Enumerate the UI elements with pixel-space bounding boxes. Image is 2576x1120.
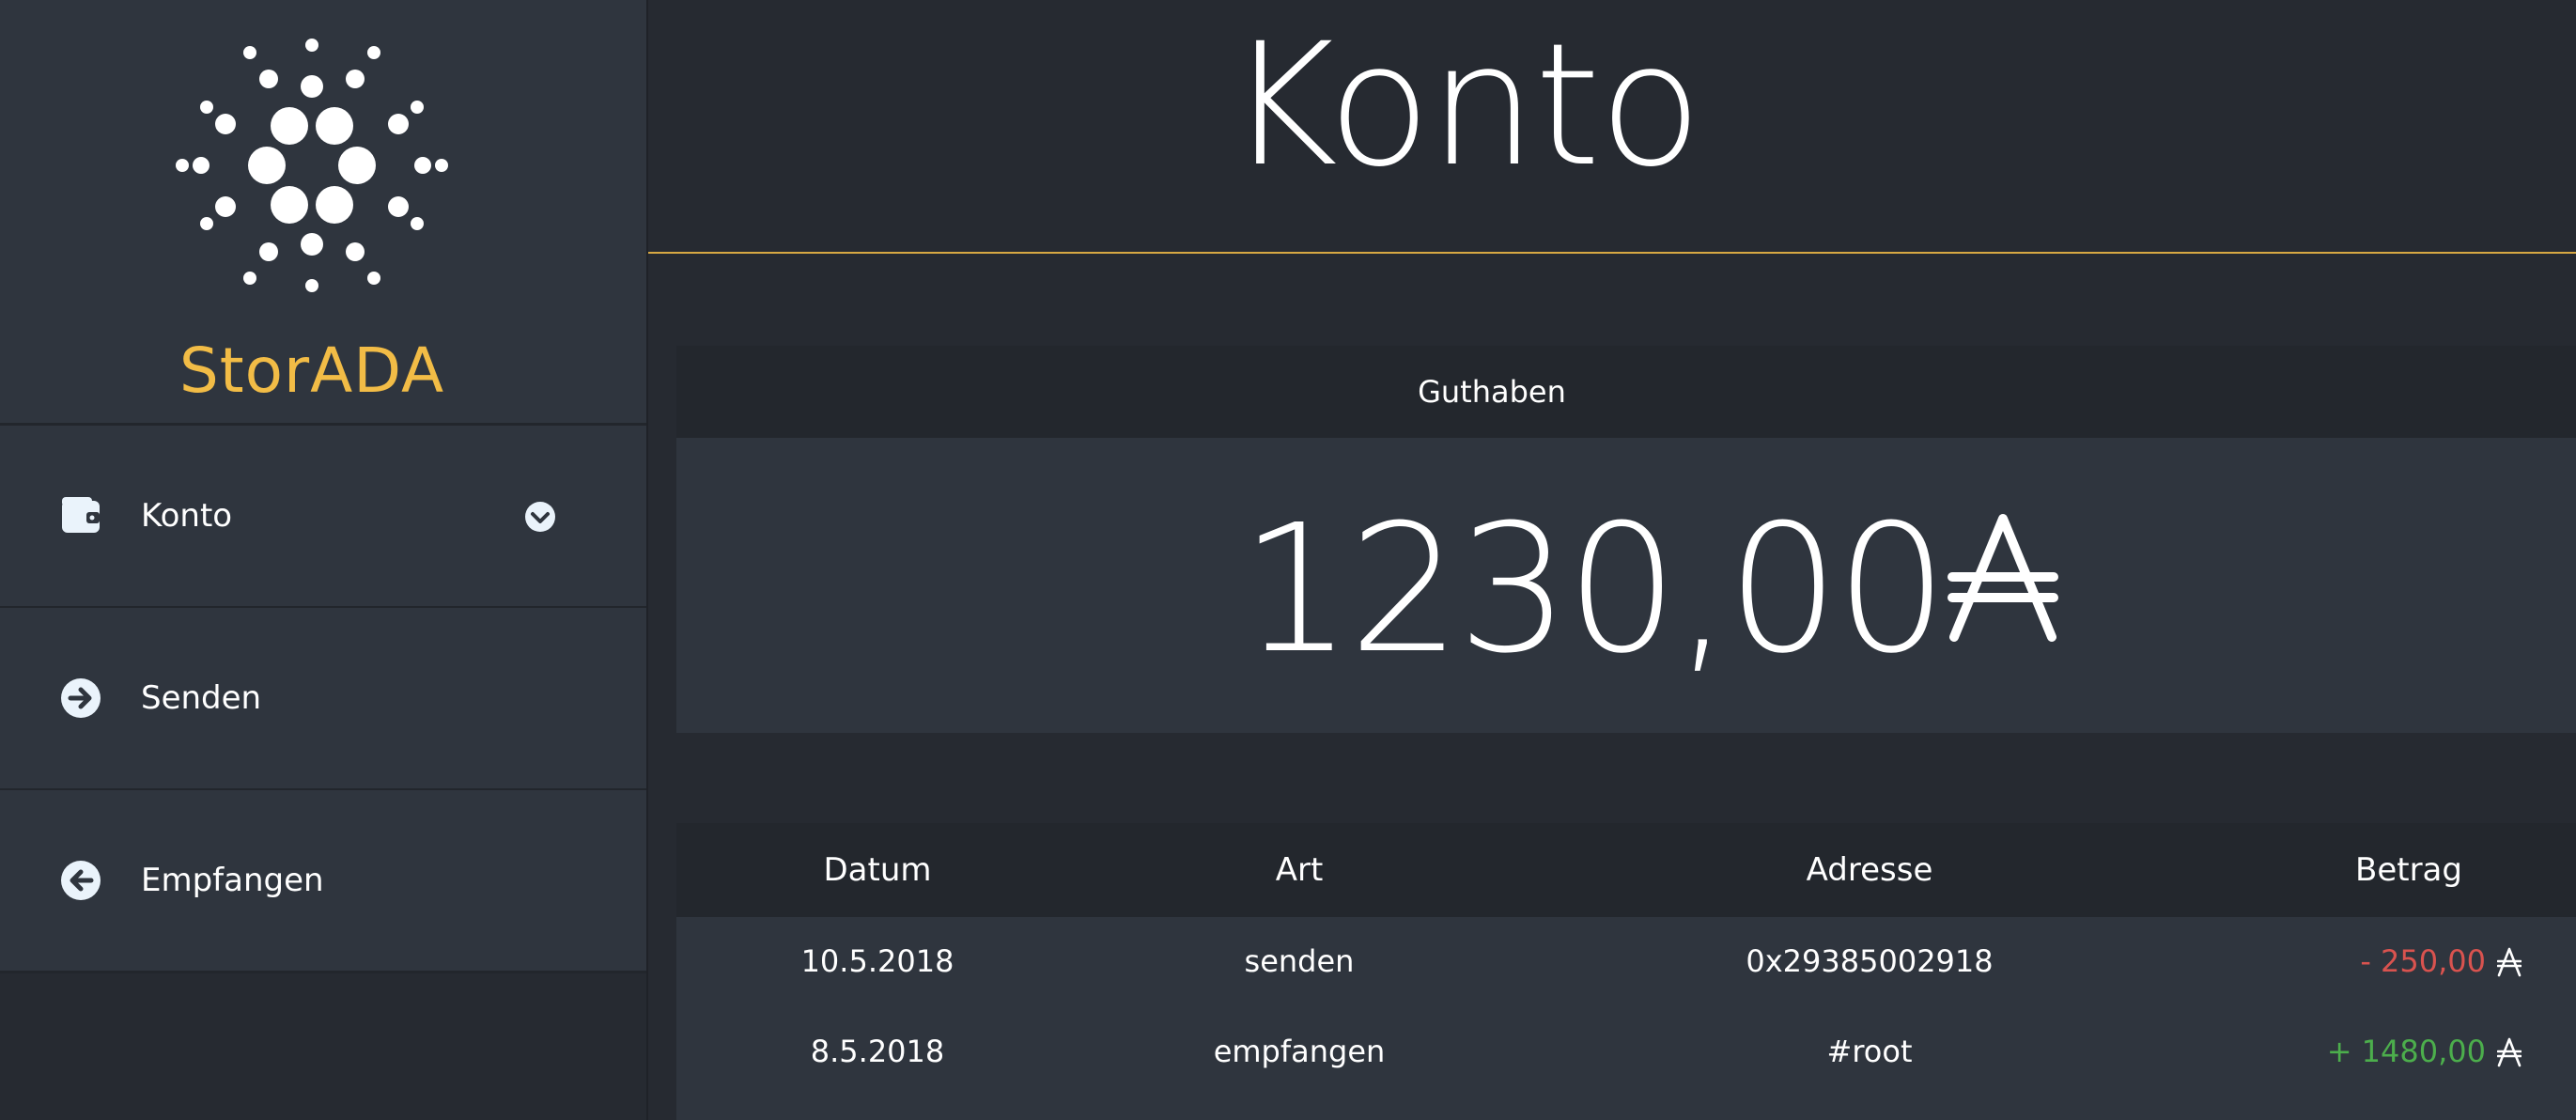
sidebar-item-label: Konto bbox=[141, 497, 233, 535]
brand-block: StorADA bbox=[0, 0, 646, 426]
balance-value: 1230,00 bbox=[1240, 487, 1948, 692]
sidebar-item-senden[interactable]: Senden bbox=[0, 608, 646, 791]
sidebar-item-label: Empfangen bbox=[141, 862, 324, 899]
cell-type: senden bbox=[1244, 943, 1355, 979]
cardano-logo-icon bbox=[176, 39, 448, 292]
sidebar-item-empfangen[interactable]: Empfangen bbox=[0, 790, 646, 973]
arrow-right-circle-icon bbox=[61, 678, 101, 718]
ada-currency-icon bbox=[2497, 1037, 2522, 1067]
column-header-betrag[interactable]: Betrag bbox=[2296, 847, 2522, 894]
cell-amount: - 250,00 bbox=[2360, 943, 2486, 979]
balance-card: Guthaben 1230,00 bbox=[676, 346, 2576, 733]
cell-type: empfangen bbox=[1213, 1034, 1386, 1069]
column-header-adresse[interactable]: Adresse bbox=[1663, 847, 2076, 894]
page-title: Konto bbox=[1227, 8, 1702, 204]
balance-label: Guthaben bbox=[1418, 374, 1566, 410]
main-content: Konto Guthaben 1230,00 Datum Art Adresse… bbox=[648, 0, 2576, 1120]
page-header: Konto bbox=[648, 0, 2576, 254]
ada-currency-icon bbox=[2497, 947, 2522, 977]
column-header-art[interactable]: Art bbox=[1165, 847, 1434, 894]
column-header-datum[interactable]: Datum bbox=[774, 847, 981, 894]
chevron-down-circle-icon[interactable] bbox=[524, 501, 556, 533]
arrow-left-circle-icon bbox=[61, 861, 101, 900]
table-row[interactable]: 10.5.2018 senden 0x29385002918 - 250,00 bbox=[676, 917, 2576, 1007]
sidebar-item-label: Senden bbox=[141, 679, 262, 717]
ada-currency-icon bbox=[1948, 514, 2058, 642]
table-header: Datum Art Adresse Betrag bbox=[676, 823, 2576, 917]
cell-date: 8.5.2018 bbox=[810, 1034, 945, 1069]
cell-amount: + 1480,00 bbox=[2326, 1034, 2486, 1069]
wallet-icon bbox=[62, 497, 100, 533]
brand-name: StorADA bbox=[178, 334, 445, 407]
transactions-table: Datum Art Adresse Betrag 10.5.2018 sende… bbox=[676, 823, 2576, 1120]
sidebar-item-konto[interactable]: Konto bbox=[0, 426, 646, 609]
cell-address: 0x29385002918 bbox=[1746, 943, 1994, 979]
app-window: StorADA Konto Senden Empfangen Konto Gut… bbox=[0, 0, 2576, 1120]
cell-date: 10.5.2018 bbox=[800, 943, 954, 979]
sidebar: StorADA Konto Senden Empfangen bbox=[0, 0, 648, 1120]
cell-address: #root bbox=[1826, 1034, 1913, 1069]
table-row[interactable]: 8.5.2018 empfangen #root + 1480,00 bbox=[676, 1007, 2576, 1097]
balance-card-header: Guthaben bbox=[676, 346, 2576, 438]
